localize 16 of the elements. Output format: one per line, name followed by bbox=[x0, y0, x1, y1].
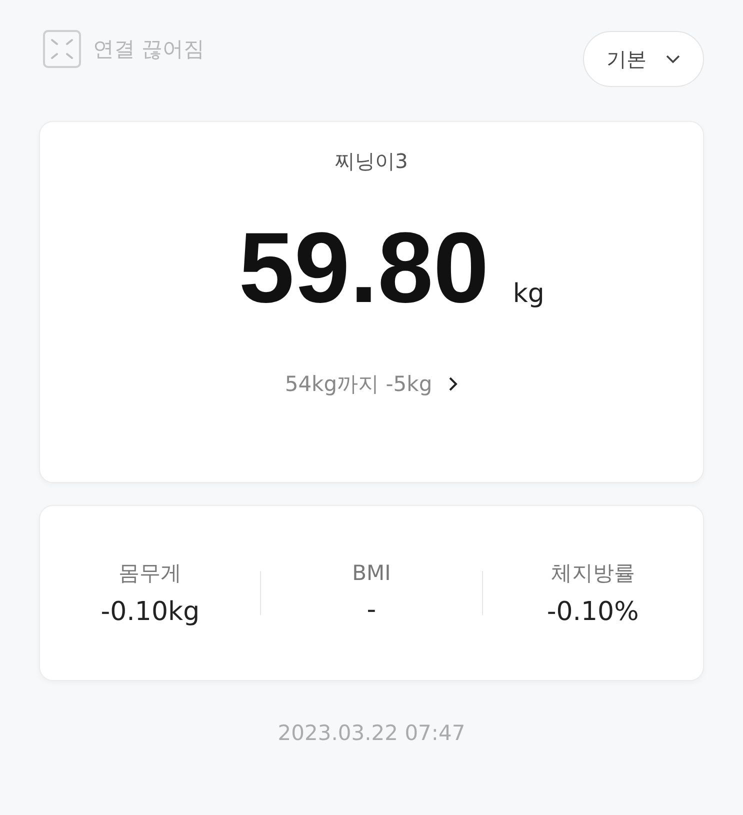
stat-value: - bbox=[366, 595, 376, 625]
weight-value: 59.80 bbox=[238, 213, 489, 323]
stat-value: -0.10kg bbox=[100, 597, 200, 627]
disconnected-icon bbox=[43, 30, 81, 68]
weight-unit: kg bbox=[512, 279, 544, 309]
timestamp: 2023.03.22 07:47 bbox=[276, 721, 466, 745]
chevron-right-icon bbox=[448, 376, 458, 392]
stat-label: 몸무게 bbox=[118, 560, 182, 587]
goal-link[interactable]: 54kg까지 -5kg bbox=[278, 369, 464, 399]
connection-status: 연결 끊어짐 bbox=[93, 36, 205, 63]
profile-name: 찌닝이3 bbox=[335, 148, 408, 175]
mode-dropdown[interactable]: 기본 bbox=[583, 31, 704, 87]
stat-label: BMI bbox=[352, 561, 391, 585]
chevron-down-icon bbox=[664, 54, 680, 64]
stat-label: 체지방률 bbox=[550, 560, 635, 587]
stat-value: -0.10% bbox=[546, 597, 639, 627]
